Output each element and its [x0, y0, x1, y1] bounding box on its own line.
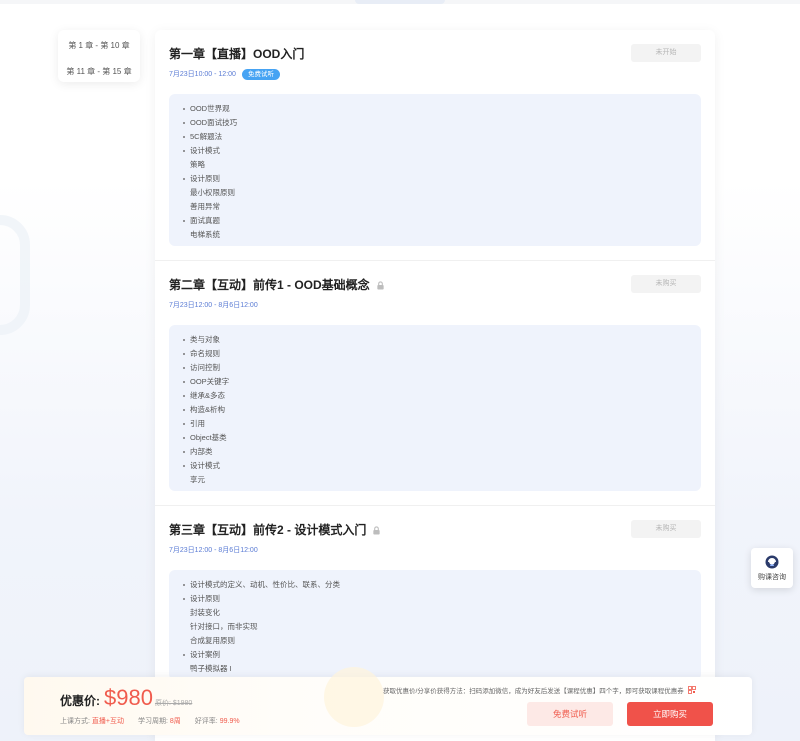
- outline-subitem: 最小权限原则: [190, 188, 235, 197]
- promo-tip-text: 获取优惠价/分享价获得方法：扫码添加微信，成为好友后发送【课程优惠】四个字，即可…: [383, 688, 684, 695]
- chapter-title-text: 第一章【直播】OOD入门: [169, 47, 305, 61]
- outline-item: 继承&多态: [183, 389, 691, 403]
- outline-item: 面试真题: [183, 214, 691, 228]
- buy-now-button[interactable]: 立即购买: [627, 702, 713, 726]
- chapter-outline: 类与对象 命名规则 访问控制 OOP关键字 继承&多态 构造&析构 引用 Obj…: [169, 325, 701, 491]
- chapter-meta: 7月23日12:00 - 8月6日12:00: [169, 544, 701, 556]
- chapter-range-11-15[interactable]: 第 11 章 - 第 15 章: [58, 62, 140, 82]
- outline-item: OOD世界观: [183, 102, 691, 116]
- chapter-title: 第二章【互动】前传1 - OOD基础概念: [169, 277, 701, 293]
- chapter-meta: 7月23日12:00 - 8月6日12:00: [169, 299, 701, 311]
- qr-code-icon[interactable]: [687, 686, 696, 694]
- chapter-outline: OOD世界观 OOD面试技巧 5C解题法 设计模式 策略 设计原则 最小权限原则…: [169, 94, 701, 246]
- original-price: 原价: $1980: [154, 700, 193, 707]
- outline-subitem: 策略: [190, 160, 205, 169]
- chapter-title-text: 第三章【互动】前传2 - 设计模式入门: [169, 523, 367, 537]
- chapter-status-button[interactable]: 未购买: [631, 275, 701, 293]
- free-trial-button[interactable]: 免费试听: [527, 702, 613, 726]
- outline-item: OOP关键字: [183, 375, 691, 389]
- outline-subitem: 封装变化: [190, 608, 220, 617]
- outline-item: 引用: [183, 417, 691, 431]
- chapter-title: 第三章【互动】前传2 - 设计模式入门: [169, 522, 701, 538]
- chapter-date: 7月23日12:00 - 8月6日12:00: [169, 547, 258, 554]
- chapter-title-text: 第二章【互动】前传1 - OOD基础概念: [169, 278, 370, 292]
- chapter-range-nav: 第 1 章 - 第 10 章 第 11 章 - 第 15 章: [58, 30, 140, 82]
- outline-item: 设计原则: [183, 592, 691, 606]
- chapter-card: 第三章【互动】前传2 - 设计模式入门 7月23日12:00 - 8月6日12:…: [155, 506, 715, 695]
- outline-item: OOD面试技巧: [183, 116, 691, 130]
- outline-item: Object基类: [183, 431, 691, 445]
- course-info-row: 上课方式: 直播+互动 学习周期: 8周 好评率: 99.9%: [60, 716, 240, 726]
- outline-item: 设计模式: [183, 459, 691, 473]
- outline-item: 设计案例: [183, 648, 691, 662]
- discount-price: $980: [104, 685, 153, 710]
- outline-item: 设计模式的定义、动机、性价比、联系、分类: [183, 578, 691, 592]
- outline-item: 设计模式: [183, 144, 691, 158]
- purchase-bar: 优惠价: $980 原价: $1980 上课方式: 直播+互动 学习周期: 8周…: [24, 667, 752, 735]
- course-chapter-list: 第一章【直播】OOD入门 7月23日10:00 - 12:00 免费试听 未开始…: [155, 30, 715, 741]
- chapter-status-button[interactable]: 未购买: [631, 520, 701, 538]
- outline-item: 5C解题法: [183, 130, 691, 144]
- chapter-card: 第一章【直播】OOD入门 7月23日10:00 - 12:00 免费试听 未开始…: [155, 30, 715, 261]
- chapter-date: 7月23日10:00 - 12:00: [169, 71, 236, 78]
- study-cycle: 学习周期: 8周: [138, 718, 181, 725]
- chapter-status-button[interactable]: 未开始: [631, 44, 701, 62]
- outline-subitem: 电梯系统: [190, 230, 220, 239]
- outline-subitem: 鸭子模拟器 I: [190, 664, 232, 673]
- background-lock-decoration: [0, 215, 30, 335]
- consult-label: 购课咨询: [758, 574, 786, 581]
- price-label: 优惠价:: [60, 694, 100, 708]
- outline-subitem: 享元: [190, 475, 205, 484]
- chapter-card: 第二章【互动】前传1 - OOD基础概念 7月23日12:00 - 8月6日12…: [155, 261, 715, 506]
- headset-icon: [765, 555, 779, 569]
- price-row: 优惠价: $980 原价: $1980: [60, 685, 192, 711]
- chapter-title: 第一章【直播】OOD入门: [169, 46, 701, 62]
- top-scroll-indicator: [355, 0, 445, 4]
- chapter-meta: 7月23日10:00 - 12:00 免费试听: [169, 68, 701, 80]
- promo-tip: 获取优惠价/分享价获得方法：扫码添加微信，成为好友后发送【课程优惠】四个字，即可…: [383, 685, 696, 695]
- chapter-date: 7月23日12:00 - 8月6日12:00: [169, 302, 258, 309]
- outline-item: 命名规则: [183, 347, 691, 361]
- free-trial-badge[interactable]: 免费试听: [241, 68, 280, 80]
- chapter-outline: 设计模式的定义、动机、性价比、联系、分类 设计原则 封装变化 针对接口，而非实现…: [169, 570, 701, 680]
- outline-subitem: 合成复用原则: [190, 636, 235, 645]
- outline-item: 设计原则: [183, 172, 691, 186]
- outline-subitem: 善用异常: [190, 202, 220, 211]
- outline-item: 构造&析构: [183, 403, 691, 417]
- class-mode: 上课方式: 直播+互动: [60, 718, 124, 725]
- lock-icon: [377, 280, 384, 290]
- outline-subitem: 针对接口，而非实现: [190, 622, 258, 631]
- outline-item: 类与对象: [183, 333, 691, 347]
- outline-item: 访问控制: [183, 361, 691, 375]
- course-consult-widget[interactable]: 购课咨询: [751, 548, 793, 588]
- outline-item: 内部类: [183, 445, 691, 459]
- rating: 好评率: 99.9%: [194, 718, 240, 725]
- chapter-range-1-10[interactable]: 第 1 章 - 第 10 章: [58, 36, 140, 56]
- purchase-bar-decoration: [324, 667, 384, 727]
- lock-icon: [373, 525, 380, 535]
